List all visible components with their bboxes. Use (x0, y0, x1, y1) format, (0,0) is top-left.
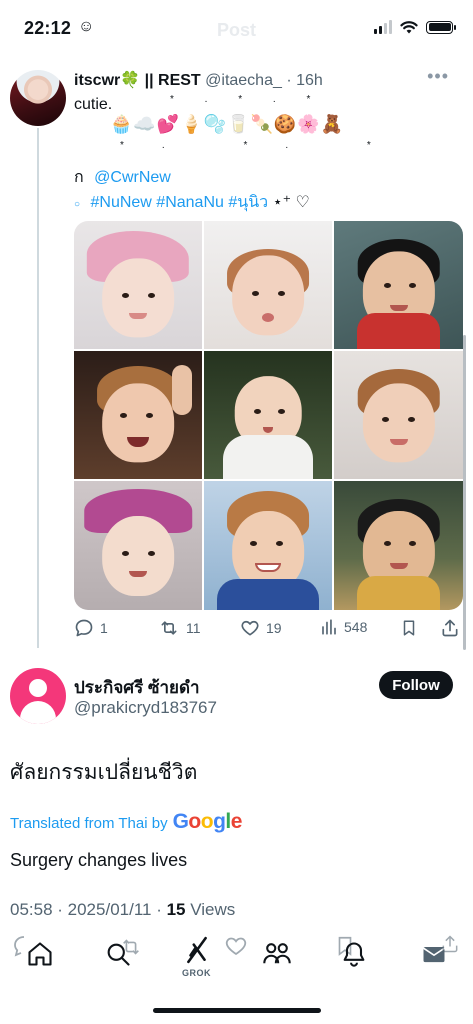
status-icons (374, 20, 456, 34)
mention-link[interactable]: @CwrNew (94, 169, 171, 186)
decoration-stars-icon: * . * . * (170, 94, 325, 105)
heart-icon (241, 620, 259, 636)
google-logo: Google (172, 810, 243, 833)
avatar[interactable] (10, 668, 66, 724)
post-actions: 1 11 19 548 (74, 618, 464, 642)
views-count: 548 (344, 619, 368, 635)
hashtag-links[interactable]: #NuNew #NanaNu #นุนิว (91, 194, 269, 211)
views-label: Views (190, 900, 236, 919)
photo[interactable] (204, 481, 332, 610)
photo[interactable] (74, 221, 202, 349)
post-time: 16h (296, 72, 323, 89)
home-icon[interactable] (26, 940, 54, 968)
share-icon (442, 619, 458, 637)
views-button[interactable]: 548 (320, 618, 367, 636)
circle-icon: ○ (74, 199, 81, 210)
post-header: itscwr🍀 || REST @itaecha_ · 16h (74, 70, 323, 90)
mention-symbol: ก (74, 169, 84, 186)
communities-icon[interactable] (262, 940, 292, 968)
grok-icon[interactable] (184, 936, 210, 964)
post-meta: 05:58 · 2025/01/11 · 15 Views (10, 900, 235, 920)
search-icon[interactable] (104, 940, 132, 968)
photo[interactable] (334, 481, 463, 610)
home-indicator (153, 1008, 321, 1013)
photo[interactable] (334, 221, 463, 349)
photo[interactable] (334, 351, 463, 479)
reply-button[interactable]: 1 (74, 618, 108, 638)
author-handle[interactable]: @prakicryd183767 (74, 698, 217, 718)
scroll-indicator[interactable] (463, 335, 466, 650)
post-text: ศัลยกรรมเปลี่ยนชีวิต (10, 761, 198, 784)
photo[interactable] (74, 351, 202, 479)
photo[interactable] (204, 221, 332, 349)
decoration-dots-icon: *. *. * (120, 140, 409, 151)
repost-icon (161, 621, 177, 635)
reply-count: 1 (100, 620, 108, 636)
analytics-icon (322, 619, 336, 635)
reply-icon (75, 619, 93, 637)
bookmark-icon (403, 620, 415, 636)
post-timestamp: 05:58 · 2025/01/11 · (10, 900, 162, 919)
avatar[interactable] (10, 70, 66, 126)
share-button[interactable] (440, 618, 460, 638)
translated-text: Surgery changes lives (10, 850, 188, 870)
bookmark-button[interactable] (400, 618, 418, 638)
author-name[interactable]: itscwr🍀 || REST (74, 72, 201, 89)
grok-label: GROK (182, 968, 211, 978)
thread-line (37, 128, 39, 648)
heart-ghost-icon (225, 937, 247, 956)
battery-icon (426, 20, 456, 34)
photo[interactable] (74, 481, 202, 610)
cellular-signal-icon (374, 20, 392, 34)
tag-suffix: ⋆⁺ ♡ (272, 194, 310, 211)
like-count: 19 (266, 620, 282, 636)
translated-prefix: Translated from Thai by (10, 815, 168, 832)
status-bar: 22:12 ☺ Post (0, 0, 473, 56)
views-count[interactable]: 15 (167, 900, 186, 919)
repost-count: 11 (186, 620, 201, 636)
photo-grid[interactable] (74, 221, 463, 610)
wifi-icon (400, 21, 418, 34)
separator-dot: · (286, 72, 292, 89)
photo[interactable] (204, 351, 332, 479)
repost-button[interactable]: 11 (158, 618, 201, 638)
more-options-icon[interactable]: ••• (427, 66, 449, 87)
author-handle[interactable]: @itaecha_ (205, 72, 282, 89)
share-ghost-icon (442, 935, 458, 953)
follow-button[interactable]: Follow (379, 671, 453, 699)
hashtags-line: ○ #NuNew #NanaNu #นุนิว ⋆⁺ ♡ (74, 190, 310, 215)
mention-line: ก @CwrNew (74, 165, 171, 190)
author-name[interactable]: ประกิจศรี ซ้ายดำ (74, 674, 200, 701)
translation-attribution[interactable]: Translated from Thai by Google (10, 810, 242, 834)
emoji-line: 🧁☁️💕🍦🫧🥛🍡🍪🌸🧸 (110, 114, 345, 134)
notifications-icon[interactable] (340, 940, 368, 968)
like-button[interactable]: 19 (240, 618, 282, 638)
